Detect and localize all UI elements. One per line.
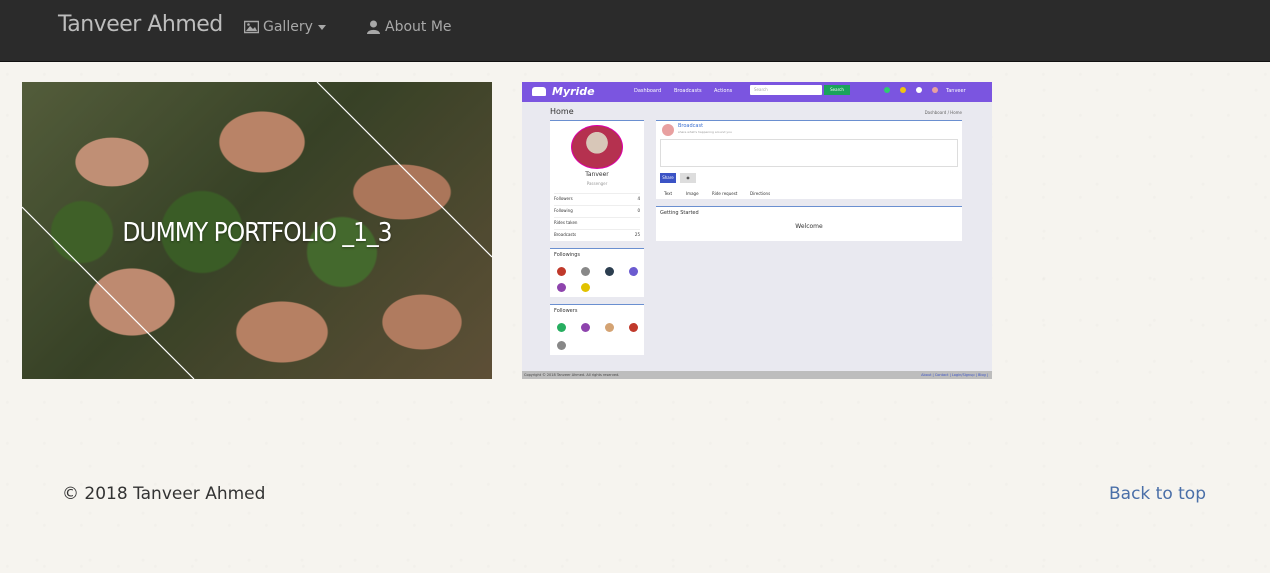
- app-navbar: Myride Dashboard Broadcasts Actions Sear…: [522, 82, 992, 102]
- avatar: [581, 267, 590, 276]
- profile-avatar: [571, 125, 623, 169]
- image-icon: [244, 20, 259, 34]
- app-footer: Copyright © 2018 Tanveer Ahmed. All righ…: [522, 371, 992, 379]
- app-followers-card: Followers: [550, 304, 644, 355]
- gallery-tile-portfolio[interactable]: DUMMY PORTFOLIO _1_3: [22, 82, 492, 379]
- avatar: [629, 323, 638, 332]
- profile-stat: Broadcasts 25: [554, 229, 640, 237]
- app-nav-link: Dashboard: [634, 88, 662, 94]
- chevron-down-icon: [317, 24, 326, 30]
- avatar: [557, 267, 566, 276]
- app-page-title: Home: [550, 107, 574, 116]
- tile-title: DUMMY PORTFOLIO _1_3: [122, 218, 392, 248]
- eye-icon: [916, 87, 922, 93]
- app-search-button: Search: [824, 85, 850, 95]
- broadcast-tab: Text: [664, 191, 673, 196]
- app-nav-link: Broadcasts: [674, 88, 702, 94]
- avatar: [932, 87, 938, 93]
- avatar: [605, 267, 614, 276]
- app-search-input: Search: [750, 85, 822, 95]
- notification-icon: [900, 87, 906, 93]
- avatar: [581, 323, 590, 332]
- profile-role: Passenger: [586, 181, 608, 186]
- nav-about-me[interactable]: About Me: [366, 19, 452, 35]
- app-footer-links: About | Contact | Login/Signup | Blog |: [921, 373, 988, 377]
- footer-copyright: © 2018 Tanveer Ahmed: [62, 484, 266, 504]
- notification-icon: [884, 87, 890, 93]
- broadcast-textarea: [660, 139, 958, 167]
- avatar: [557, 283, 566, 292]
- profile-stat: Following 0: [554, 205, 640, 213]
- gallery-tile-myride[interactable]: Myride Dashboard Broadcasts Actions Sear…: [522, 82, 992, 379]
- avatar: [605, 323, 614, 332]
- top-navbar: Tanveer Ahmed Gallery About Me: [0, 0, 1270, 62]
- app-logo: Myride: [552, 85, 595, 98]
- app-nav-link: Actions: [714, 88, 733, 94]
- camera-icon: ◉: [680, 173, 696, 183]
- app-followings-card: Followings: [550, 248, 644, 297]
- followers-title: Followers: [554, 308, 578, 314]
- broadcast-title: Broadcast: [678, 123, 704, 129]
- avatar: [557, 323, 566, 332]
- broadcast-tab: Image: [686, 191, 699, 196]
- avatar: [557, 341, 566, 350]
- avatar: [662, 124, 674, 136]
- profile-stat: Rides taken: [554, 217, 640, 225]
- nav-gallery-label: Gallery: [263, 19, 313, 35]
- followings-title: Followings: [554, 252, 581, 258]
- app-user-name: Tanveer: [946, 88, 966, 94]
- share-button: Share: [660, 173, 676, 183]
- app-getting-started-card: Getting Started Welcome: [656, 206, 962, 241]
- profile-name: Tanveer: [585, 171, 609, 178]
- nav-about-label: About Me: [385, 19, 452, 35]
- app-profile-card: Tanveer Passenger Followers 4 Following 0 …: [550, 120, 644, 241]
- app-breadcrumb: Dashboard / Home: [924, 110, 962, 115]
- back-to-top-link[interactable]: Back to top: [1109, 484, 1206, 504]
- avatar: [629, 267, 638, 276]
- car-icon: [532, 87, 546, 96]
- profile-stat: Followers 4: [554, 193, 640, 201]
- getting-started-title: Getting Started: [660, 210, 699, 216]
- broadcast-tab: Directions: [750, 191, 771, 196]
- broadcast-subtitle: share what's happening around you: [678, 130, 732, 134]
- avatar: [581, 283, 590, 292]
- brand-link[interactable]: Tanveer Ahmed: [58, 12, 223, 37]
- nav-gallery-dropdown[interactable]: Gallery: [244, 19, 326, 35]
- broadcast-tab: Ride request: [712, 191, 738, 196]
- app-broadcast-card: Broadcast share what's happening around …: [656, 120, 962, 199]
- app-footer-copyright: Copyright © 2018 Tanveer Ahmed. All righ…: [524, 373, 620, 377]
- welcome-text: Welcome: [795, 223, 823, 230]
- user-icon: [367, 20, 380, 34]
